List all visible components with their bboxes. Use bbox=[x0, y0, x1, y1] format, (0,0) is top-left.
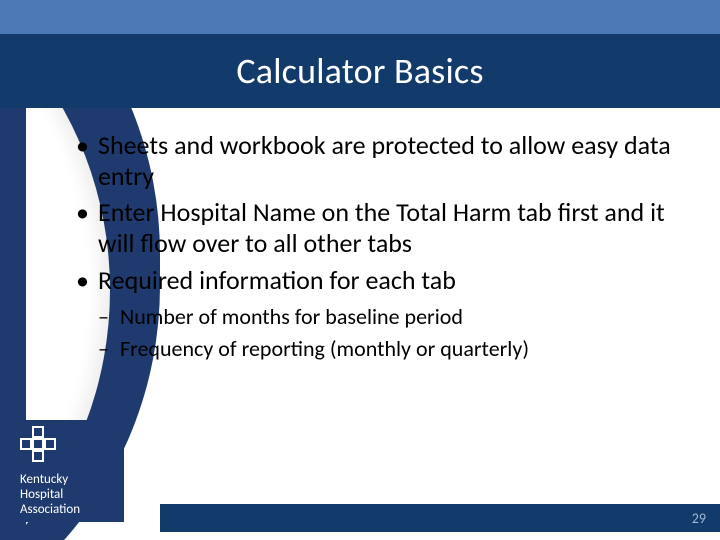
bullet-item: Required information for each tab bbox=[70, 265, 680, 296]
sub-bullet-item: Number of months for baseline period bbox=[98, 303, 680, 331]
org-name-line: Kentucky bbox=[20, 473, 118, 488]
org-name: Kentucky Hospital Association bbox=[20, 473, 118, 518]
bullet-list: Sheets and workbook are protected to all… bbox=[70, 130, 680, 295]
sub-bullet-item: Frequency of reporting (monthly or quart… bbox=[98, 335, 680, 363]
page-number: 29 bbox=[692, 510, 706, 527]
title-bar: Calculator Basics bbox=[0, 34, 720, 108]
top-accent-strip bbox=[0, 0, 720, 34]
sub-bullet-list: Number of months for baseline period Fre… bbox=[98, 303, 680, 362]
org-name-line: Association bbox=[20, 503, 118, 518]
footer-bar: 29 bbox=[160, 504, 720, 532]
slide: Calculator Basics Sheets and workbook ar… bbox=[0, 0, 720, 540]
bullet-item: Enter Hospital Name on the Total Harm ta… bbox=[70, 197, 680, 258]
org-name-line: Hospital bbox=[20, 488, 118, 503]
org-logo: Kentucky Hospital Association bbox=[14, 420, 124, 522]
slide-title: Calculator Basics bbox=[236, 49, 483, 93]
bullet-item: Sheets and workbook are protected to all… bbox=[70, 130, 680, 191]
plus-cross-icon bbox=[20, 426, 56, 462]
slide-body: Sheets and workbook are protected to all… bbox=[70, 130, 680, 366]
